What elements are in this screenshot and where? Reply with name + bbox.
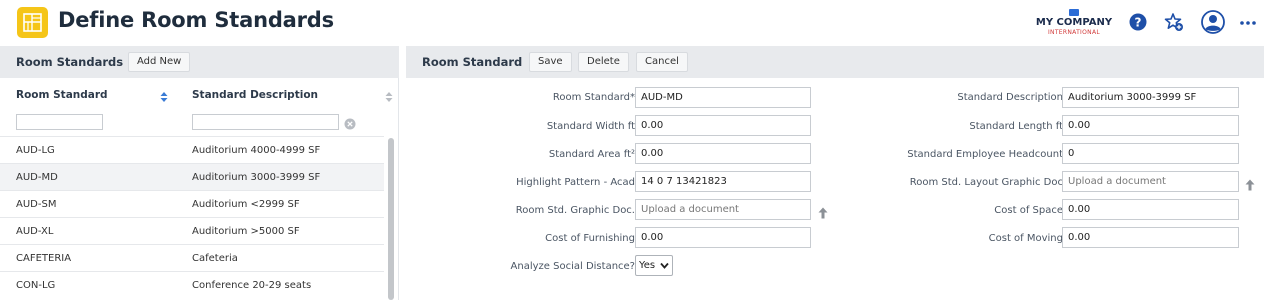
room-standard-form-header: Room Standard Save Delete Cancel [406,46,1264,78]
cancel-button[interactable]: Cancel [636,52,688,72]
svg-text:?: ? [1135,16,1142,30]
list-scrollbar[interactable] [388,138,394,300]
top-bar: Define Room Standards MY COMPANY INTERNA… [0,0,1264,45]
table-row-selected[interactable]: AUD-MD Auditorium 3000-3999 SF [0,163,384,190]
room-standards-title: Room Standards [16,55,124,69]
sort-active-icon[interactable] [160,88,168,102]
room-standard-cell: AUD-LG [16,145,55,156]
social-distance-value: Yes [639,260,656,271]
favorites-star-icon[interactable] [1164,12,1184,32]
social-distance-label: Analyze Social Distance? [510,261,635,272]
company-logo: MY COMPANY INTERNATIONAL [1034,9,1114,37]
column-header-standard-description[interactable]: Standard Description [192,89,318,101]
clear-filter-icon[interactable] [344,115,356,130]
filter-standard-description-input[interactable] [192,114,339,130]
table-row[interactable]: CAFETERIA Cafeteria [0,244,384,271]
column-header-room-standard[interactable]: Room Standard [16,89,108,101]
upload-arrow-icon[interactable] [818,204,828,219]
standard-description-cell: Auditorium 3000-3999 SF [192,172,321,183]
chevron-down-icon [660,261,669,273]
standard-length-label: Standard Length ft [969,121,1063,132]
upload-arrow-icon[interactable] [1245,176,1255,191]
add-new-button[interactable]: Add New [128,52,191,72]
room-standard-cell: AUD-MD [16,172,58,183]
company-subtitle: INTERNATIONAL [1047,29,1100,36]
standard-area-label: Standard Area ft² [548,149,635,160]
room-standards-panel: Room Standards Add New Room Standard Sta… [0,46,399,300]
cost-moving-label: Cost of Moving [988,233,1063,244]
table-row[interactable]: CON-LG Conference 20-29 seats [0,271,384,298]
graphic-doc-label: Room Std. Graphic Doc. [515,205,635,216]
employee-headcount-label: Standard Employee Headcount [907,149,1063,160]
room-standard-form-title: Room Standard [422,55,523,69]
page-title: Define Room Standards [58,8,334,32]
room-standard-form-panel: Room Standard Save Delete Cancel Room St… [406,46,1264,300]
room-standard-field[interactable]: AUD-MD [635,87,811,108]
room-standard-cell: CON-LG [16,280,56,291]
room-standard-cell: AUD-XL [16,226,54,237]
room-standard-label: Room Standard* [552,92,635,103]
cost-furnishing-label: Cost of Furnishing [545,233,635,244]
filter-room-standard-input[interactable] [16,114,103,130]
standard-description-cell: Auditorium >5000 SF [192,226,300,237]
standard-length-field[interactable]: 0.00 [1062,115,1239,136]
layout-graphic-doc-label: Room Std. Layout Graphic Doc [909,177,1063,188]
help-icon[interactable]: ? [1128,12,1148,32]
layout-graphic-doc-upload-field[interactable]: Upload a document [1062,171,1239,192]
delete-button[interactable]: Delete [578,52,629,72]
highlight-pattern-label: Highlight Pattern - Acad [516,177,635,188]
save-button[interactable]: Save [529,52,572,72]
employee-headcount-field[interactable]: 0 [1062,143,1239,164]
room-standard-cell: CAFETERIA [16,253,72,264]
company-crown-icon [1069,9,1079,16]
table-row[interactable]: AUD-SM Auditorium <2999 SF [0,190,384,217]
table-row[interactable]: AUD-LG Auditorium 4000-4999 SF [0,136,384,163]
sort-icon[interactable] [385,88,393,102]
standard-description-field[interactable]: Auditorium 3000-3999 SF [1062,87,1239,108]
graphic-doc-upload-field[interactable]: Upload a document [635,199,811,220]
standard-description-cell: Cafeteria [192,253,238,264]
cost-space-field[interactable]: 0.00 [1062,199,1239,220]
standard-area-field[interactable]: 0.00 [635,143,811,164]
floorplan-grid-icon [17,7,48,38]
user-avatar-icon[interactable] [1201,10,1225,34]
cost-furnishing-field[interactable]: 0.00 [635,227,811,248]
social-distance-select[interactable]: Yes [635,255,673,276]
table-row[interactable]: AUD-XL Auditorium >5000 SF [0,217,384,244]
standard-width-label: Standard Width ft [546,121,635,132]
cost-space-label: Cost of Space [994,205,1063,216]
standard-description-cell: Auditorium 4000-4999 SF [192,145,321,156]
room-standard-cell: AUD-SM [16,199,57,210]
standard-description-label: Standard Description [957,92,1063,103]
room-standards-header: Room Standards Add New [0,46,399,78]
company-name: MY COMPANY [1035,17,1113,28]
standard-description-cell: Conference 20-29 seats [192,280,312,291]
cost-moving-field[interactable]: 0.00 [1062,227,1239,248]
standard-description-cell: Auditorium <2999 SF [192,199,300,210]
highlight-pattern-field[interactable]: 14 0 7 13421823 [635,171,811,192]
standard-width-field[interactable]: 0.00 [635,115,811,136]
more-icon[interactable] [1238,12,1258,32]
